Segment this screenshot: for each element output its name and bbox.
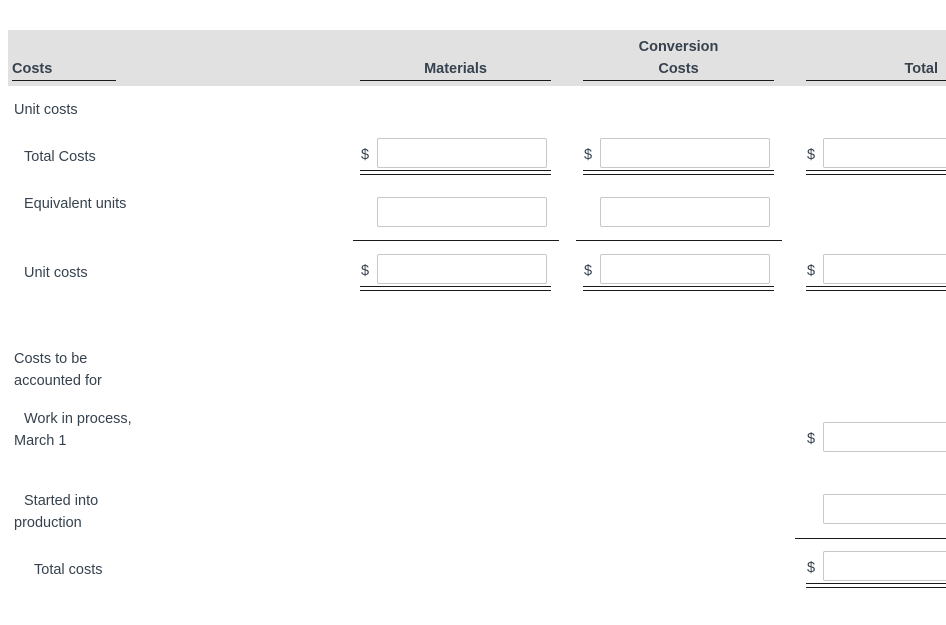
- header-rule-materials: [360, 80, 551, 81]
- header-rule-conversion: [583, 80, 774, 81]
- rule-equivalent-units-materials: [353, 240, 559, 241]
- currency-symbol-total-costs-conversion: $: [584, 147, 593, 163]
- rule-unit-costs-materials: [360, 286, 551, 291]
- row-label-total-costs: Total Costs: [24, 149, 96, 165]
- input-unit-costs-total[interactable]: [823, 254, 946, 284]
- input-equivalent-units-materials[interactable]: [377, 197, 547, 227]
- input-unit-costs-conversion[interactable]: [600, 254, 770, 284]
- currency-symbol-unit-costs-total: $: [807, 263, 816, 279]
- rule-total-costs-materials: [360, 170, 551, 175]
- input-work-in-process-total[interactable]: [823, 422, 946, 452]
- header-rule-costs: [12, 80, 116, 81]
- currency-symbol-unit-costs-conversion: $: [584, 263, 593, 279]
- input-total-costs-materials[interactable]: [377, 138, 547, 168]
- input-total-costs-bottom[interactable]: [823, 551, 946, 581]
- column-header-materials: Materials: [424, 61, 487, 77]
- row-label-work-in-process-march-1: Work in process, March 1: [14, 411, 132, 449]
- column-header-total: Total: [904, 61, 938, 77]
- row-label-total-costs-bottom: Total costs: [34, 562, 103, 578]
- input-total-costs-total[interactable]: [823, 138, 946, 168]
- currency-symbol-total-costs-bottom: $: [807, 560, 816, 576]
- header-rule-total: [806, 80, 946, 81]
- section-title-costs-to-be-accounted-for: Costs to be accounted for: [14, 351, 102, 389]
- row-label-unit-costs: Unit costs: [24, 265, 88, 281]
- rule-equivalent-units-conversion: [576, 240, 782, 241]
- currency-symbol-total-costs-materials: $: [361, 147, 370, 163]
- currency-symbol-total-costs-total: $: [807, 147, 816, 163]
- section-title-unit-costs: Unit costs: [14, 102, 78, 118]
- column-header-conversion-line1: Conversion: [638, 39, 719, 55]
- rule-total-costs-total: [806, 170, 946, 175]
- input-unit-costs-materials[interactable]: [377, 254, 547, 284]
- row-label-equivalent-units: Equivalent units: [24, 196, 127, 212]
- column-header-costs: Costs: [12, 61, 53, 77]
- rule-unit-costs-total: [806, 286, 946, 291]
- input-started-into-production-total[interactable]: [823, 494, 946, 524]
- rule-unit-costs-conversion: [583, 286, 774, 291]
- currency-symbol-unit-costs-materials: $: [361, 263, 370, 279]
- column-header-conversion-line2: Costs: [658, 61, 699, 77]
- currency-symbol-work-in-process-total: $: [807, 431, 816, 447]
- rule-total-costs-conversion: [583, 170, 774, 175]
- rule-total-costs-bottom: [806, 583, 946, 588]
- input-equivalent-units-conversion[interactable]: [600, 197, 770, 227]
- input-total-costs-conversion[interactable]: [600, 138, 770, 168]
- cost-reconciliation-worksheet: Costs Materials Conversion Costs Total U…: [0, 0, 946, 625]
- rule-started-into-production-total: [795, 538, 946, 539]
- row-label-started-into-production: Started into production: [14, 493, 99, 531]
